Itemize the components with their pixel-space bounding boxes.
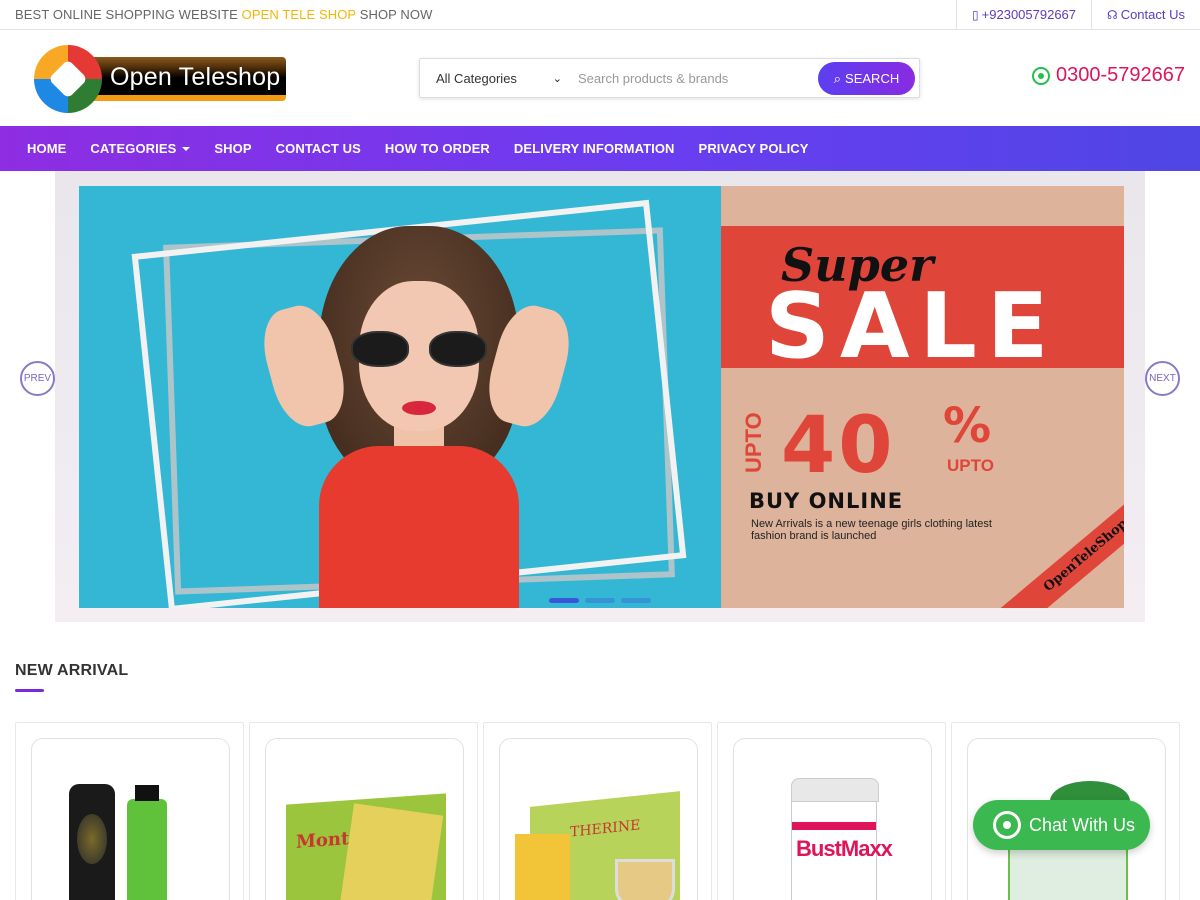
site-logo[interactable]: Open Teleshop [34,43,286,115]
hero-carousel: Super SALE UPTO 40 % UPTO BUY ONLINE New… [0,171,1200,622]
headset-icon: ☊ [1107,7,1118,22]
percent-sign: % [943,398,992,454]
search-button[interactable]: ⌕ SEARCH [818,62,915,95]
caret-down-icon [182,146,191,151]
sale-panel: Super SALE UPTO 40 % UPTO BUY ONLINE New… [721,186,1124,608]
search-bar: All Categories ⌄ ⌕ SEARCH [419,58,920,98]
chat-with-us-button[interactable]: Chat With Us [973,800,1150,850]
whatsapp-number: 0300-5792667 [1055,64,1185,86]
tagline-suffix: SHOP NOW [359,7,433,22]
whatsapp-icon [1031,66,1050,85]
nav-contact-us[interactable]: CONTACT US [264,141,373,156]
hero-photo [79,186,721,608]
chevron-down-icon: ⌄ [552,72,562,85]
discount-percent: 40 [781,401,896,491]
product-package-label: BustMaxx [796,836,893,861]
nav-categories[interactable]: CATEGORIES [78,141,202,156]
top-bar: BEST ONLINE SHOPPING WEBSITE OPEN TELE S… [0,0,1200,30]
model-image [254,226,579,608]
nav-home[interactable]: HOME [15,141,78,156]
product-package-label: THERINE [570,817,641,841]
nav-shop[interactable]: SHOP [202,141,263,156]
logo-text: Open Teleshop [110,63,281,91]
top-bar-tagline: BEST ONLINE SHOPPING WEBSITE OPEN TELE S… [0,7,432,22]
carousel-prev-button[interactable]: PREV [20,361,55,396]
carousel-dot[interactable] [621,598,651,603]
phone-link[interactable]: ▯ +923005792667 [956,0,1091,29]
nav-delivery-information[interactable]: DELIVERY INFORMATION [502,141,687,156]
upto-vertical-text: UPTO [741,412,766,473]
contact-us-label: Contact Us [1120,7,1185,22]
tagline-prefix: BEST ONLINE SHOPPING WEBSITE [15,7,238,22]
category-select-value: All Categories [436,70,517,86]
chat-with-us-label: Chat With Us [1029,814,1136,835]
product-card[interactable]: THERINE [483,722,712,900]
product-image[interactable]: Monta [265,738,464,900]
search-button-label: SEARCH [845,71,900,86]
carousel-next-button[interactable]: NEXT [1145,361,1180,396]
banner-description: New Arrivals is a new teenage girls clot… [751,518,992,542]
contact-us-link[interactable]: ☊ Contact Us [1091,0,1200,29]
product-image[interactable]: THERINE [499,738,698,900]
nav-privacy-policy[interactable]: PRIVACY POLICY [687,141,821,156]
mobile-phone-icon: ▯ [972,7,979,22]
product-image[interactable]: BustMaxx [733,738,932,900]
nav-how-to-order[interactable]: HOW TO ORDER [373,141,502,156]
whatsapp-icon [993,811,1021,839]
carousel-indicators [549,598,651,603]
buy-online-text: BUY ONLINE [749,489,904,513]
sale-text: SALE [765,274,1059,379]
product-card[interactable]: BustMaxx [717,722,946,900]
category-select[interactable]: All Categories ⌄ [420,71,568,86]
product-card[interactable] [15,722,244,900]
whatsapp-number-link[interactable]: 0300-5792667 [1031,64,1185,87]
header: Open Teleshop All Categories ⌄ ⌕ SEARCH … [0,30,1200,126]
search-icon: ⌕ [833,70,842,86]
hero-slide[interactable]: Super SALE UPTO 40 % UPTO BUY ONLINE New… [55,171,1145,622]
top-bar-links: ▯ +923005792667 ☊ Contact Us [956,0,1200,29]
product-card[interactable]: Monta [249,722,478,900]
carousel-dot[interactable] [585,598,615,603]
nav-categories-label: CATEGORIES [90,141,177,156]
logo-emblem [34,45,102,113]
phone-link-label: +923005792667 [981,7,1077,22]
product-image[interactable] [31,738,230,900]
section-title-underline [15,689,44,692]
upto-text: UPTO [947,456,994,475]
section-title-new-arrival: NEW ARRIVAL [15,662,129,679]
tagline-highlight: OPEN TELE SHOP [241,7,356,22]
main-nav: HOME CATEGORIES SHOP CONTACT US HOW TO O… [0,126,1200,171]
carousel-dot[interactable] [549,598,579,603]
